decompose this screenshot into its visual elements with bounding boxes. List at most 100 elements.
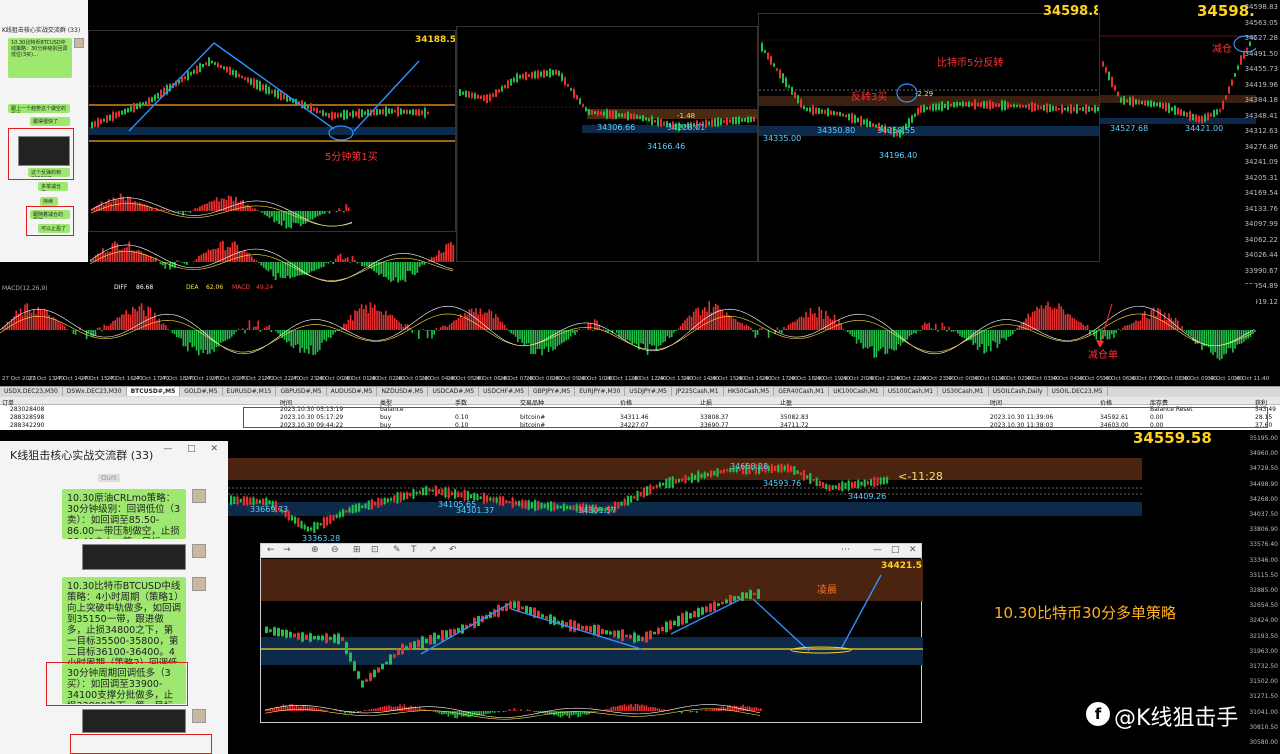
macd-bar <box>482 711 485 715</box>
maximize-icon[interactable]: □ <box>891 545 900 555</box>
candle <box>851 113 853 123</box>
macd-bar <box>195 258 198 262</box>
symbol-tab[interactable]: USDCHF#,M5 <box>479 387 530 396</box>
window-controls[interactable]: — □ ✕ <box>163 444 224 454</box>
symbol-tab[interactable]: AUDUSD#,M5 <box>327 387 378 396</box>
chart-1[interactable]: 34188.53 5分钟第1买 <box>88 30 456 232</box>
candle <box>154 94 156 101</box>
chart-thumbnail[interactable] <box>82 709 186 733</box>
candle <box>857 118 859 122</box>
macd-bar <box>175 210 177 211</box>
candle <box>534 500 537 511</box>
price-label: 34421.00 <box>1185 124 1224 133</box>
level-annotation: -2.29 <box>915 90 934 98</box>
symbol-tab[interactable]: USDCAD#,M5 <box>428 387 480 396</box>
zoom-out-icon[interactable]: ⊖ <box>331 545 339 555</box>
macd-bar <box>785 328 787 330</box>
minimize-icon[interactable]: — <box>873 545 882 555</box>
candle <box>620 501 623 506</box>
macd-bar <box>351 255 354 262</box>
candle <box>741 592 744 601</box>
candle <box>232 70 234 75</box>
chat-panel-top: K线狙击核心实战交流群 (33) 10.30比特币BTCUSD中线策略：30分钟… <box>0 0 88 262</box>
zoom-in-icon[interactable]: ⊕ <box>311 545 319 555</box>
chart-top-right[interactable]: 减仓 34527.68 34421.00 <box>1100 0 1260 312</box>
chart-thumbnail[interactable] <box>82 544 186 570</box>
symbol-tab[interactable]: GER40Cash,M1 <box>774 387 830 396</box>
macd-bar <box>208 201 211 211</box>
symbol-tab[interactable]: USDX.DEC23,M30 <box>0 387 63 396</box>
symbol-tab[interactable]: UK100Cash,M1 <box>829 387 884 396</box>
candle <box>654 120 656 123</box>
table-row[interactable]: 288342290 2023.10.30 09:44:22 buy 0.10 bitco… <box>0 422 1280 430</box>
candle <box>205 62 207 65</box>
macd-bar <box>270 330 273 333</box>
symbol-tab[interactable]: USDJPY#,M5 <box>625 387 672 396</box>
symbol-tab[interactable]: BTCUSD#,M5 <box>126 387 181 396</box>
macd-bar <box>735 705 738 711</box>
macd-bar <box>335 211 338 213</box>
macd-bar <box>343 211 345 213</box>
candle <box>396 492 399 504</box>
grid-icon[interactable]: ⊞ <box>353 545 361 555</box>
table-row[interactable]: 283028408 2023.10.30 05:13:19 balance Balan… <box>0 406 1280 414</box>
candle <box>870 479 873 486</box>
candle <box>310 527 313 531</box>
undo-icon[interactable]: ↶ <box>449 545 457 555</box>
macd-bar <box>800 316 803 330</box>
chart-3[interactable]: 比特币5分反转 反转3买 -2.29 34350.80 34258.55 341… <box>758 13 1100 262</box>
symbol-tab[interactable]: GOLD#,M5 <box>180 387 223 396</box>
text-icon[interactable]: T <box>411 545 417 555</box>
candle <box>305 634 308 640</box>
macd-bar <box>397 262 399 283</box>
table-row[interactable]: 288328598 2023.10.30 05:17:29 buy 0.10 bitco… <box>0 414 1280 422</box>
macd-bar <box>233 330 235 335</box>
macd-bar <box>1207 330 1210 348</box>
symbol-tab[interactable]: EURUSD#,M15 <box>223 387 277 396</box>
symbol-tab[interactable]: USOIL.DEC23,M5 <box>1048 387 1108 396</box>
macd-bar <box>528 330 530 344</box>
chart-thumbnail[interactable] <box>18 136 70 166</box>
symbol-tab[interactable]: US100Cash,M1 <box>884 387 939 396</box>
macd-bar <box>1009 330 1012 337</box>
macd-bar <box>143 204 146 211</box>
chart-1-lower[interactable] <box>88 232 456 286</box>
forward-icon[interactable]: → <box>283 545 291 555</box>
symbol-tab[interactable]: DSWx.DEC23,M30 <box>63 387 127 396</box>
more-icon[interactable]: ⋯ <box>841 545 850 555</box>
symbol-tab[interactable]: US30Cash,M1 <box>938 387 989 396</box>
inner-chart-window[interactable]: ← → ⊕ ⊖ ⊞ ⊡ ✎ T ↗ ↶ ⋯ — □ ✕ 34421.5 凌晨 <box>260 543 923 724</box>
avatar <box>192 544 206 558</box>
symbol-tab[interactable]: GBPUSD#,M5 <box>276 387 327 396</box>
symbol-tabs[interactable]: USDX.DEC23,M30 DSWx.DEC23,M30 BTCUSD#,M5 GO… <box>0 386 1280 397</box>
macd-bar <box>1254 330 1256 332</box>
inner-chart-area[interactable]: 34421.5 凌晨 <box>261 559 923 724</box>
candle <box>136 103 138 110</box>
orders-table[interactable]: 订单 时间 类型 手数 交易品种 价格 止损 止盈 时间 价格 库存费 获利 283028408 2023… <box>0 397 1280 430</box>
candle <box>711 119 713 127</box>
symbol-tab[interactable]: HK50Cash,M5 <box>724 387 775 396</box>
close-icon[interactable]: ✕ <box>909 545 917 555</box>
symbol-tab[interactable]: JP225Cash,M1 <box>672 387 724 396</box>
symbol-tab[interactable]: NZDUSD#,M5 <box>377 387 429 396</box>
price-label: 34658.28 <box>730 462 769 471</box>
symbol-tab[interactable]: EURJPY#,M30 <box>575 387 626 396</box>
symbol-tab[interactable]: USOILCash,Daily <box>989 387 1048 396</box>
draw-icon[interactable]: ✎ <box>393 545 401 555</box>
macd-bar <box>368 262 371 268</box>
macd-bar <box>154 312 156 330</box>
macd-bar <box>210 250 212 262</box>
candle <box>673 620 676 626</box>
chart-2[interactable]: -1.48 34306.66 34228.01 34166.46 <box>456 26 758 262</box>
macd-bar <box>569 330 572 337</box>
macd-panel[interactable]: MACD(12,26,9) DIFF 86.68 DEA 62.06 MACD … <box>0 284 1256 376</box>
symbol-tab[interactable]: GBPJPY#,M5 <box>529 387 576 396</box>
macd-bar <box>776 327 779 330</box>
macd-bar <box>102 248 104 262</box>
arrow-icon[interactable]: ↗ <box>429 545 437 555</box>
back-icon[interactable]: ← <box>267 545 275 555</box>
macd-bar <box>1119 330 1122 331</box>
crop-icon[interactable]: ⊡ <box>371 545 379 555</box>
macd-bar <box>166 262 169 263</box>
candle <box>543 69 545 78</box>
